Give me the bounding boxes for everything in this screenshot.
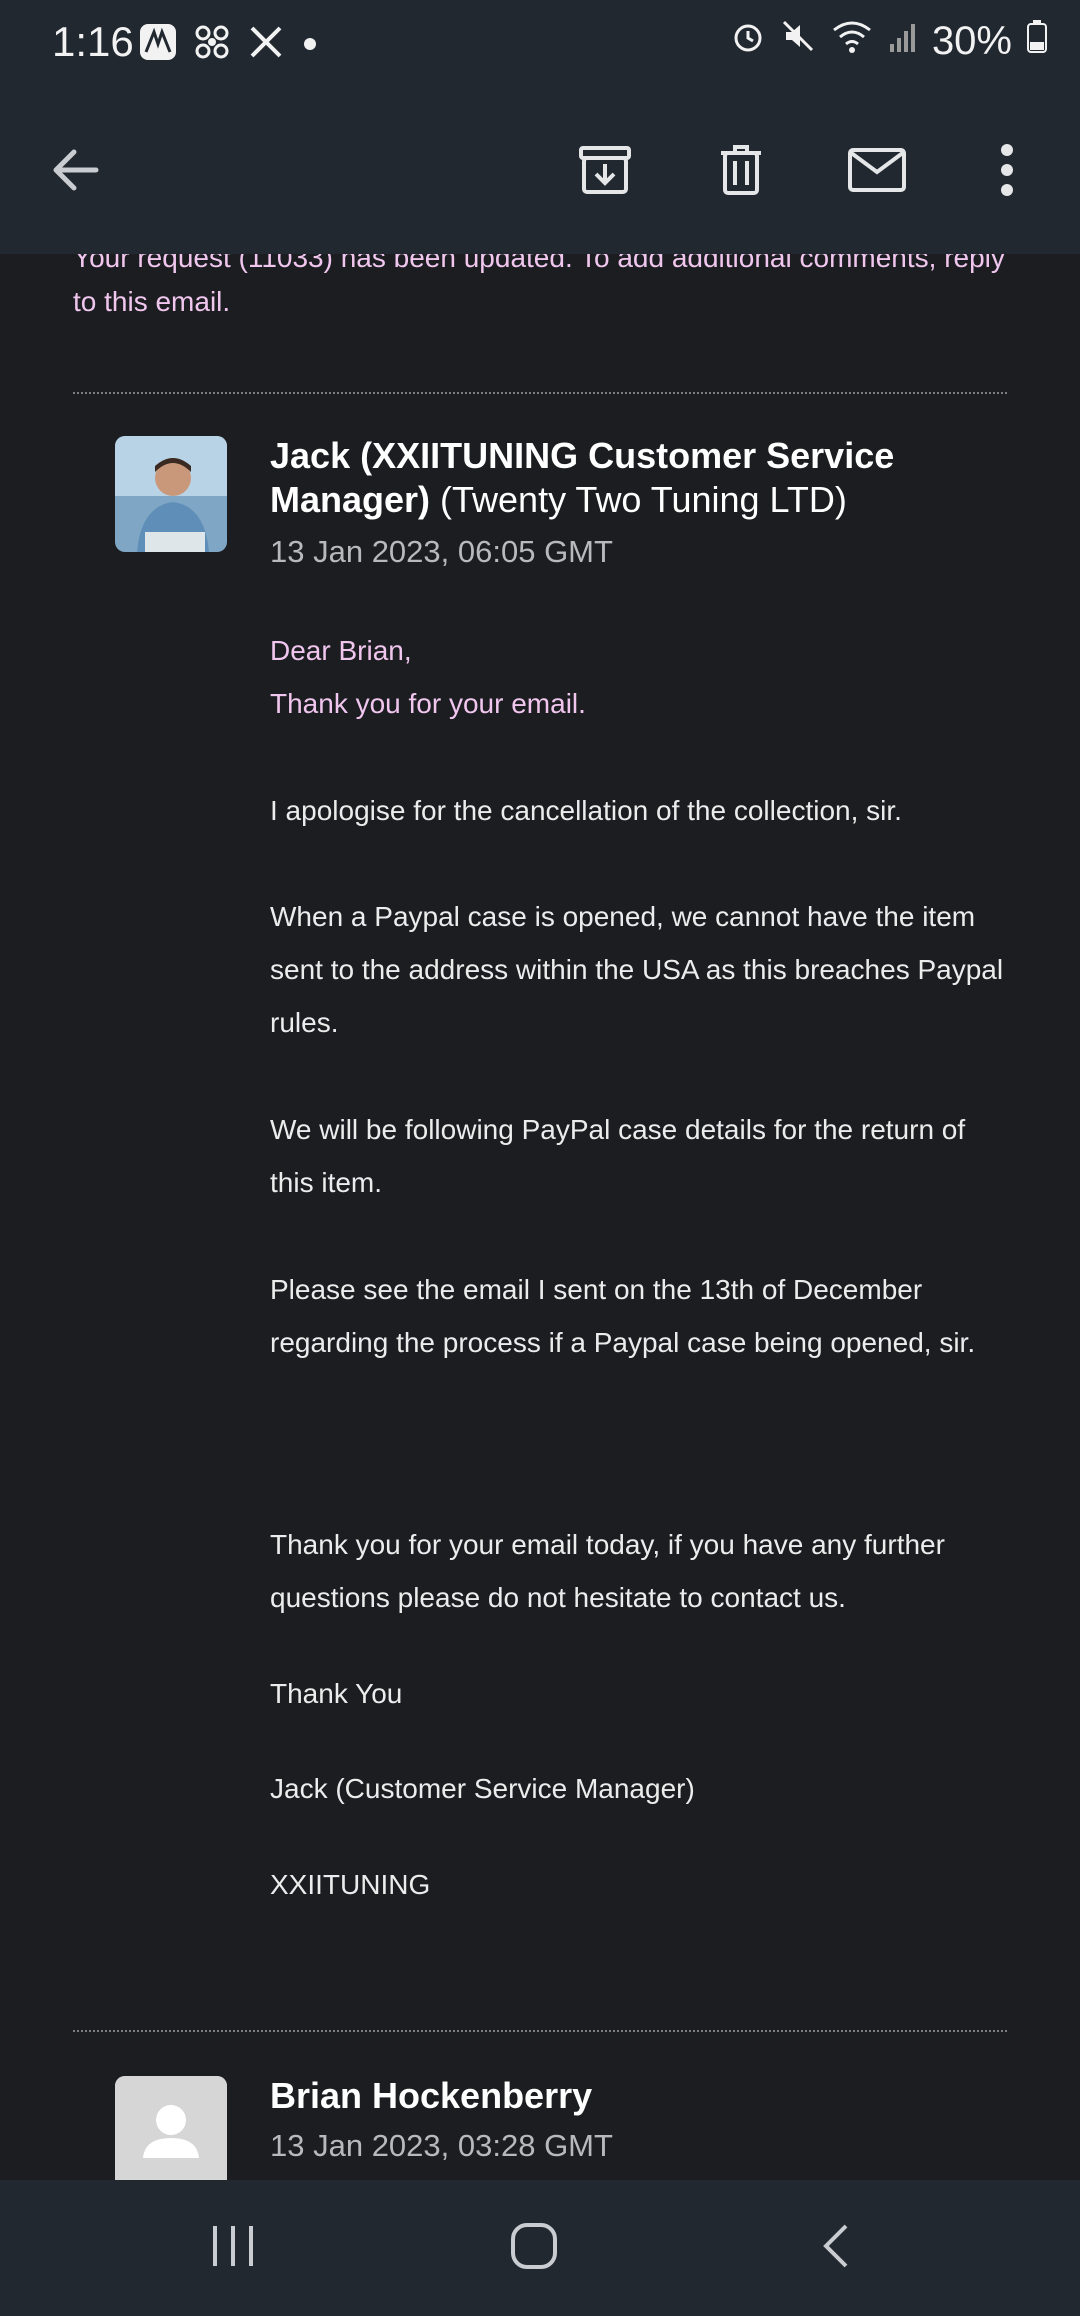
fan-icon: [192, 22, 232, 67]
email-toolbar: [0, 92, 1080, 254]
archive-button[interactable]: [569, 136, 641, 208]
more-vert-icon: [997, 142, 1017, 203]
status-bar: 1:16 30%: [0, 0, 1080, 92]
app-notification-icon: [138, 22, 178, 67]
notification-icons: [138, 22, 320, 67]
sender-name: Brian Hockenberry: [270, 2075, 593, 2116]
greeting-text: Dear Brian,: [270, 635, 412, 666]
mute-icon: [780, 18, 816, 64]
trash-icon: [711, 140, 771, 205]
alarm-icon: [730, 18, 766, 64]
message-divider: [73, 2030, 1007, 2032]
avatar-placeholder: [115, 2076, 227, 2180]
dot-icon: [300, 22, 320, 67]
battery-icon: [1026, 18, 1048, 64]
paragraph-apology: I apologise for the cancellation of the …: [270, 795, 902, 826]
tools-icon: [246, 22, 286, 67]
paragraph-previous-email: Please see the email I sent on the 13th …: [270, 1274, 976, 1358]
back-nav-button[interactable]: [798, 2216, 878, 2280]
mark-unread-button[interactable]: [841, 136, 913, 208]
message-date: 13 Jan 2023, 06:05 GMT: [270, 534, 613, 569]
chevron-left-icon: [814, 2222, 862, 2275]
back-button[interactable]: [40, 136, 112, 208]
recent-apps-button[interactable]: [193, 2216, 273, 2280]
sender-line: Jack (XXIITUNING Customer Service Manage…: [270, 434, 1010, 522]
message-date: 13 Jan 2023, 03:28 GMT: [270, 2128, 613, 2163]
delete-button[interactable]: [705, 136, 777, 208]
thanks-text: Thank you for your email.: [270, 688, 586, 719]
message-body: Dear Brian, Thank you for your email.: [270, 624, 1010, 730]
message-divider: [73, 392, 1007, 394]
system-navigation-bar: [0, 2180, 1080, 2316]
home-icon: [510, 2222, 558, 2275]
signoff-text: Thank You: [270, 1678, 403, 1709]
paragraph-closing: Thank you for your email today, if you h…: [270, 1529, 945, 1613]
status-time: 1:16: [52, 18, 134, 65]
signature-name: Jack (Customer Service Manager): [270, 1773, 695, 1804]
paragraph-paypal-rules: When a Paypal case is opened, we cannot …: [270, 901, 1004, 1038]
more-options-button[interactable]: [971, 136, 1043, 208]
signature-company: XXIITUNING: [270, 1869, 431, 1900]
archive-icon: [575, 140, 635, 205]
paragraph-return: We will be following PayPal case details…: [270, 1114, 966, 1198]
quoted-update-notice: Your request (11033) has been updated. T…: [73, 254, 1005, 317]
sender-organization: (Twenty Two Tuning LTD): [440, 479, 847, 520]
avatar: [115, 436, 227, 552]
home-button[interactable]: [494, 2216, 574, 2280]
system-status: 30%: [730, 18, 1048, 64]
email-thread[interactable]: Your request (11033) has been updated. T…: [0, 254, 1080, 2180]
signal-icon: [888, 18, 918, 64]
sender-line-2[interactable]: Brian Hockenberry: [270, 2074, 1010, 2118]
mail-icon: [846, 140, 908, 205]
arrow-left-icon: [48, 142, 104, 203]
wifi-icon: [830, 18, 874, 64]
battery-percent: 30%: [931, 18, 1012, 63]
recents-icon: [209, 2222, 257, 2275]
